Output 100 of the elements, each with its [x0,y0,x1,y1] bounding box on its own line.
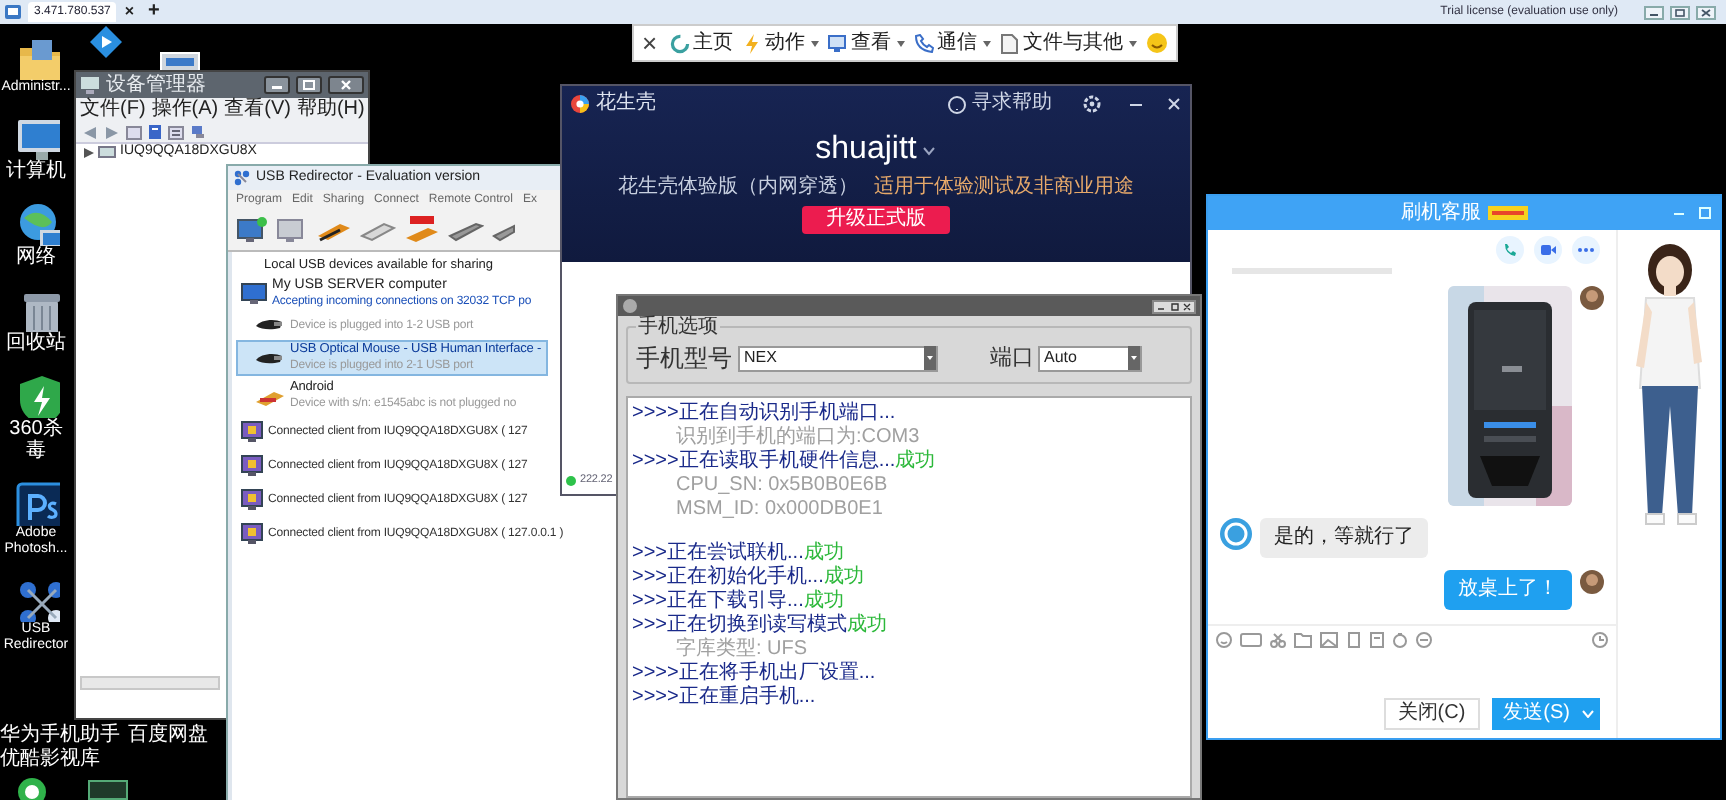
close-button[interactable]: × [642,29,662,57]
username: shuajitt [815,132,917,168]
window-title: 设备管理器 [106,73,206,97]
monitor-icon [240,420,264,444]
window-buttons-icon[interactable] [1152,299,1196,313]
phone-icon[interactable] [1496,236,1524,264]
monitor-icon[interactable] [4,4,22,20]
field-label: 手机型号 [636,344,732,372]
device-manager-icon [80,76,100,94]
video-icon[interactable] [1534,236,1562,264]
grid-icon[interactable] [126,125,142,139]
upgrade-button[interactable]: 升级正式版 [802,206,950,234]
menu-item[interactable]: 操作(A) [151,98,219,122]
log-line: 识别到手机的端口为:COM3 [674,426,922,449]
help-icon[interactable] [948,95,966,113]
icon-label[interactable]: 计算机 [0,160,72,182]
monitor-icon [827,33,848,53]
dropdown[interactable]: NEX [738,345,938,371]
app-icon[interactable] [16,776,48,800]
toolbar-button[interactable]: 动作 [741,31,820,55]
message-bubble: 是的，等就行了 [1260,518,1428,558]
icon-label[interactable]: 360杀毒 [0,418,72,462]
menu-item[interactable]: 帮助(H) [296,98,365,122]
log-line: >>>>正在自动识别手机端口... [632,402,898,425]
minimize-icon[interactable] [264,76,290,94]
clock-icon[interactable] [1592,632,1608,648]
scan-icon[interactable] [190,124,206,140]
phone-icon [913,33,934,53]
add-tab-button[interactable]: + [142,2,166,22]
message-bubble: 放桌上了！ [1444,570,1572,610]
window-title: 刷机客服 [1401,201,1481,225]
scrollbar[interactable] [80,676,220,690]
icon-label[interactable]: 百度网盘 [128,724,208,748]
group-title: 手机选项 [636,316,720,338]
more-icon[interactable] [1572,236,1600,264]
app-icon [622,298,638,314]
image-icon[interactable] [1320,632,1338,648]
minimize-icon[interactable] [1644,5,1664,19]
share-monitor-icon[interactable] [236,215,268,243]
log-line: CPU_SN: 0x5B0B0E6B [674,474,890,498]
menu-item[interactable]: 文件(F) [80,98,146,122]
log-line: >>>正在尝试联机...成功 [632,542,846,565]
document-icon[interactable] [1370,632,1384,648]
scissors-icon[interactable] [1270,632,1286,648]
file-icon [999,33,1020,53]
bolt-icon [741,33,762,53]
monitor-icon [240,454,264,478]
toolbar-button[interactable]: 主页 [669,31,734,55]
log-line: >>>>正在将手机出厂设置... [632,662,878,685]
close-icon[interactable] [1696,5,1716,19]
caret-icon [1582,710,1594,718]
app-icon [234,170,250,186]
close-icon[interactable] [328,76,364,94]
monitor-icon [240,488,264,512]
icon-label[interactable]: 网络 [0,246,72,268]
computer-icon [98,145,116,159]
edition-label: 花生壳体验版（内网穿透） [618,176,858,198]
status-dot-icon [566,475,576,485]
log-line: MSM_ID: 0x000DB0E1 [674,498,885,522]
field-label: 端口 [990,345,1034,371]
avatar [1580,570,1604,594]
restore-icon[interactable] [1670,5,1690,19]
toolbar-button[interactable]: 文件与其他 [999,31,1138,55]
log-line: >>>正在下载引导...成功 [632,590,846,613]
menu-item[interactable]: 查看(V) [224,98,291,122]
usage-note: 适用于体验测试及非商业用途 [874,176,1134,198]
monitor-icon [240,522,264,546]
close-button[interactable]: 关闭(C) [1383,698,1480,730]
smiley-icon[interactable] [1216,632,1232,648]
logo-icon [570,94,590,114]
close-tab-button[interactable]: × [122,2,137,22]
monitor-icon [240,282,268,306]
help-link[interactable]: 寻求帮助 [972,92,1052,116]
log-line: >>>>正在重启手机... [632,686,818,710]
properties-icon[interactable] [148,124,162,140]
log-line: >>>正在切换到读写模式成功 [632,614,890,637]
icon-label[interactable]: 优酷影视库 [0,748,100,772]
smiley-icon[interactable] [1145,32,1168,54]
screen-icon[interactable] [1346,632,1362,648]
dropdown[interactable]: Auto [1038,345,1142,371]
list-icon[interactable] [168,125,184,139]
service-avatar [1220,518,1252,550]
icon-label[interactable]: 华为手机助手 [0,724,120,748]
monitor-icon[interactable] [276,215,308,243]
icon-label[interactable]: 回收站 [0,332,72,354]
chevron-down-icon[interactable] [922,145,937,155]
toolbar-button[interactable]: 通信 [913,31,992,55]
settings-icon[interactable] [1082,94,1102,114]
log-line: >>>正在初始化手机...成功 [632,566,866,589]
log-line: >>>>正在读取手机硬件信息...成功 [632,450,938,474]
avatar [1580,286,1604,310]
thumbnail-icon[interactable] [88,780,128,800]
maximize-icon[interactable] [296,76,322,94]
log-line: 字库类型: UFS [674,638,810,661]
ps-icon[interactable] [12,478,60,526]
gif-icon[interactable] [1240,632,1262,648]
play-icon[interactable] [90,26,122,58]
toolbar-button[interactable]: 查看 [827,31,906,55]
window-title: 花生壳 [596,92,656,116]
minus-circle-icon[interactable] [1416,632,1432,648]
